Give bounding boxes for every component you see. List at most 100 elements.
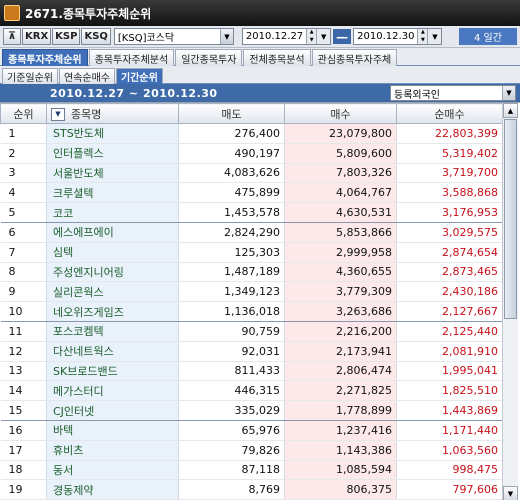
- header-name[interactable]: ▼ 종목명: [46, 103, 179, 124]
- vertical-scrollbar[interactable]: ▲ ▼: [502, 103, 518, 500]
- spin-down-icon[interactable]: ▼: [307, 36, 317, 44]
- cell-sell: 490,197: [178, 143, 285, 164]
- cell-sell: 335,029: [178, 400, 285, 421]
- header-buy[interactable]: 매수: [284, 103, 397, 124]
- table-row[interactable]: 3 서울반도체 4,083,626 7,803,326 3,719,700: [0, 163, 503, 184]
- table-row[interactable]: 5 코코 1,453,578 4,630,531 3,176,953: [0, 202, 503, 223]
- date-range-band: 2010.12.27 ~ 2010.12.30 등록외국인 ▼: [0, 84, 520, 102]
- table-header-row: 순위 ▼ 종목명 매도 매수 순매수: [0, 103, 503, 124]
- table-row[interactable]: 6 에스에프에이 2,824,290 5,853,866 3,029,575: [0, 222, 503, 243]
- tab-period-rank[interactable]: 기간순위: [116, 68, 163, 84]
- header-rank[interactable]: 순위: [0, 103, 47, 124]
- table-row[interactable]: 9 실리콘웍스 1,349,123 3,779,309 2,430,186: [0, 281, 503, 303]
- cell-buy: 1,237,416: [284, 420, 397, 441]
- cell-sell: 1,487,189: [178, 262, 285, 283]
- scroll-up-icon[interactable]: ▲: [503, 103, 518, 118]
- cell-name[interactable]: CJ인터넷: [46, 400, 179, 421]
- pin-icon[interactable]: ⊼: [3, 28, 21, 45]
- cell-name[interactable]: 실리콘웍스: [46, 281, 179, 303]
- cell-rank: 2: [0, 143, 47, 164]
- cell-sell: 65,976: [178, 420, 285, 441]
- table-row[interactable]: 12 다산네트웍스 92,031 2,173,941 2,081,910: [0, 341, 503, 362]
- tab-stock-investor-analysis[interactable]: 종목투자주체분석: [88, 49, 175, 66]
- cell-name[interactable]: 경동제약: [46, 479, 179, 500]
- main-tabs: 종목투자주체순위 종목투자주체분석 일간종목투자 전체종목분석 관심종목투자주체: [0, 48, 520, 66]
- market-button-ksq[interactable]: KSQ: [81, 28, 111, 45]
- investor-filter-select[interactable]: 등록외국인 ▼: [390, 85, 516, 101]
- table-row[interactable]: 14 메가스터디 446,315 2,271,825 1,825,510: [0, 380, 503, 402]
- tab-consecutive-net-buy[interactable]: 연속순매수: [59, 68, 115, 84]
- cell-buy: 4,064,767: [284, 182, 397, 204]
- range-separator: —: [333, 29, 352, 44]
- cell-name[interactable]: 서울반도체: [46, 163, 179, 184]
- cell-name[interactable]: 에스에프에이: [46, 222, 179, 243]
- table-row[interactable]: 8 주성엔지니어링 1,487,189 4,360,655 2,873,465: [0, 262, 503, 283]
- scroll-thumb[interactable]: [504, 119, 517, 319]
- table-row[interactable]: 2 인터플렉스 490,197 5,809,600 5,319,402: [0, 143, 503, 164]
- chevron-down-icon[interactable]: ▼: [219, 29, 233, 44]
- table-row[interactable]: 18 동서 87,118 1,085,594 998,475: [0, 460, 503, 481]
- cell-net: 2,874,654: [396, 242, 503, 263]
- header-net[interactable]: 순매수: [396, 103, 503, 124]
- cell-rank: 6: [0, 222, 47, 243]
- tab-all-stock-analysis[interactable]: 전체종목분석: [243, 49, 311, 66]
- calendar-dropdown-icon[interactable]: ▼: [316, 29, 331, 44]
- cell-net: 3,719,700: [396, 163, 503, 184]
- start-date-value: 2010.12.27: [245, 31, 304, 42]
- cell-buy: 2,216,200: [284, 321, 397, 342]
- cell-rank: 5: [0, 202, 47, 223]
- table-row[interactable]: 15 CJ인터넷 335,029 1,778,899 1,443,869: [0, 400, 503, 421]
- cell-buy: 1,085,594: [284, 460, 397, 481]
- table-row[interactable]: 13 SK브로드밴드 811,433 2,806,474 1,995,041: [0, 361, 503, 382]
- cell-name[interactable]: 메가스터디: [46, 380, 179, 402]
- cell-sell: 811,433: [178, 361, 285, 382]
- header-sell[interactable]: 매도: [178, 103, 285, 124]
- scroll-down-icon[interactable]: ▼: [503, 486, 518, 500]
- cell-name[interactable]: 다산네트웍스: [46, 341, 179, 362]
- spin-up-icon[interactable]: ▲: [307, 29, 317, 37]
- cell-name[interactable]: 동서: [46, 460, 179, 481]
- cell-rank: 7: [0, 242, 47, 263]
- cell-name[interactable]: 심텍: [46, 242, 179, 263]
- tab-watchlist-investor[interactable]: 관심종목투자주체: [311, 49, 398, 66]
- spin-up-icon[interactable]: ▲: [418, 29, 428, 37]
- table-row[interactable]: 10 네오위즈게임즈 1,136,018 3,263,686 2,127,667: [0, 301, 503, 322]
- market-button-ksp[interactable]: KSP: [52, 28, 81, 45]
- table-row[interactable]: 7 심텍 125,303 2,999,958 2,874,654: [0, 242, 503, 263]
- calendar-dropdown-icon[interactable]: ▼: [427, 29, 442, 44]
- cell-name[interactable]: 인터플렉스: [46, 143, 179, 164]
- market-select[interactable]: [KSQ]코스닥 ▼: [113, 28, 234, 45]
- cell-net: 5,319,402: [396, 143, 503, 164]
- cell-name[interactable]: 주성엔지니어링: [46, 262, 179, 283]
- cell-name[interactable]: 코코: [46, 202, 179, 223]
- tab-stock-investor-rank[interactable]: 종목투자주체순위: [2, 49, 88, 66]
- cell-sell: 276,400: [178, 123, 285, 144]
- spin-down-icon[interactable]: ▼: [418, 36, 428, 44]
- end-date-spinner[interactable]: ▲ ▼: [417, 29, 428, 44]
- cell-net: 2,873,465: [396, 262, 503, 283]
- cell-name[interactable]: 네오위즈게임즈: [46, 301, 179, 322]
- table-row[interactable]: 17 휴비츠 79,826 1,143,386 1,063,560: [0, 440, 503, 461]
- cell-name[interactable]: 바텍: [46, 420, 179, 441]
- market-button-krx[interactable]: KRX: [22, 28, 52, 45]
- cell-name[interactable]: 포스코켐텍: [46, 321, 179, 342]
- tab-daily-stock-investor[interactable]: 일간종목투자: [175, 49, 243, 66]
- cell-name[interactable]: 크루셜텍: [46, 182, 179, 204]
- table-row[interactable]: 19 경동제약 8,769 806,375 797,606: [0, 479, 503, 500]
- cell-net: 3,588,868: [396, 182, 503, 204]
- cell-name[interactable]: 휴비츠: [46, 440, 179, 461]
- cell-name[interactable]: SK브로드밴드: [46, 361, 179, 382]
- cell-net: 2,430,186: [396, 281, 503, 303]
- cell-name[interactable]: STS반도체: [46, 123, 179, 144]
- start-date-spinner[interactable]: ▲ ▼: [306, 29, 317, 44]
- sort-dropdown-icon[interactable]: ▼: [51, 108, 65, 121]
- table-row[interactable]: 4 크루셜텍 475,899 4,064,767 3,588,868: [0, 182, 503, 204]
- end-date-field[interactable]: 2010.12.30 ▲ ▼ ▼: [353, 28, 443, 45]
- table-row[interactable]: 11 포스코켐텍 90,759 2,216,200 2,125,440: [0, 321, 503, 342]
- chevron-down-icon[interactable]: ▼: [502, 86, 515, 100]
- start-date-field[interactable]: 2010.12.27 ▲ ▼ ▼: [241, 28, 332, 45]
- table-row[interactable]: 1 STS반도체 276,400 23,079,800 22,803,399: [0, 123, 503, 144]
- tab-base-date-rank[interactable]: 기준일순위: [2, 68, 58, 84]
- cell-rank: 13: [0, 361, 47, 382]
- table-row[interactable]: 16 바텍 65,976 1,237,416 1,171,440: [0, 420, 503, 441]
